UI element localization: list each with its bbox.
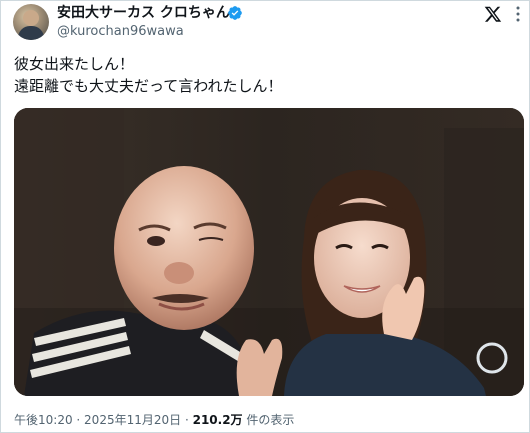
author-handle[interactable]: @kurochan96wawa [57,24,184,40]
tweet-text: 彼女出来たしん！ 遠距離でも大丈夫だって言われたしん！ [14,53,514,97]
meta-separator: · [72,413,85,427]
meta-separator: · [181,413,193,427]
view-count: 210.2万 [192,413,243,427]
tweet-date[interactable]: 2025年11月20日 [84,413,181,427]
avatar-body [18,26,44,40]
avatar-head [23,10,39,26]
more-icon[interactable] [509,5,527,23]
photo-illustration [14,108,524,396]
view-count-label: 件の表示 [242,413,295,427]
verified-badge-icon [228,6,242,20]
tweet-text-line2: 遠距離でも大丈夫だって言われたしん！ [14,77,283,95]
tweet-photo[interactable] [14,108,524,396]
tweet-text-line1: 彼女出来たしん！ [14,55,135,73]
x-logo-icon[interactable] [484,5,502,23]
author-avatar[interactable] [13,4,49,40]
tweet-card: 安田大サーカス クロちゃん @kurochan96wawa 彼女出来たしん！ 遠… [0,0,530,433]
tweet-time[interactable]: 午後10:20 [14,413,73,427]
tweet-meta: 午後10:20 · 2025年11月20日 · 210.2万 件の表示 [14,412,294,428]
author-display-name[interactable]: 安田大サーカス クロちゃん [57,4,230,22]
